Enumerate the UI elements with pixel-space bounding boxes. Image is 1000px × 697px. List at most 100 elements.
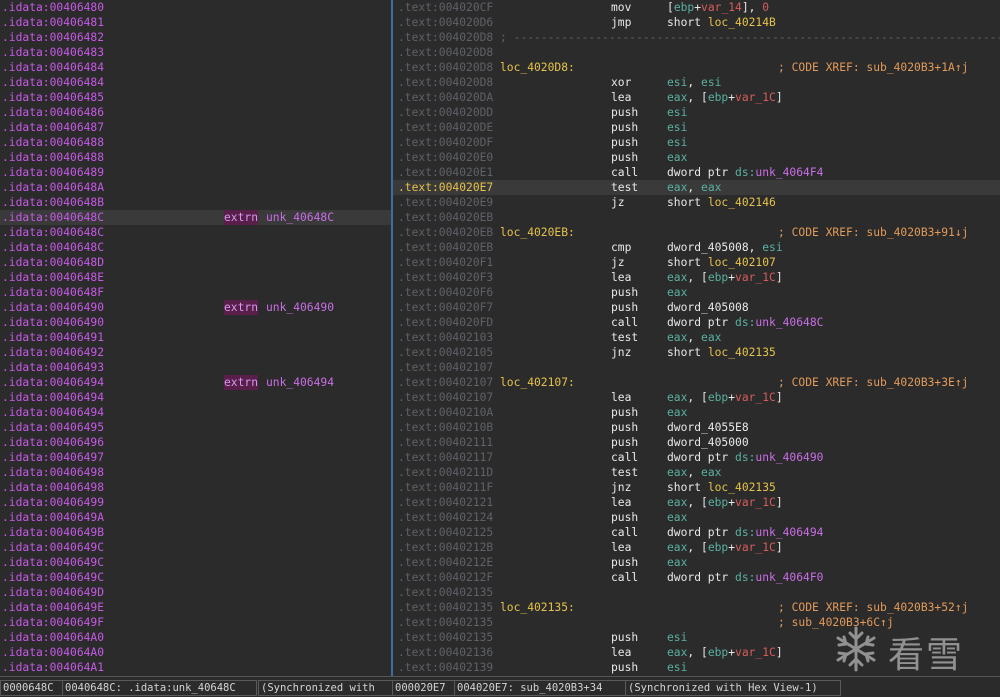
extrn-symbol-name[interactable]: unk_406490 — [266, 300, 334, 315]
idata-line[interactable]: .idata:00406480 — [0, 0, 391, 15]
disasm-line[interactable]: .text:0040212F call dword ptr ds:unk_4064F… — [393, 570, 1000, 585]
disasm-line[interactable]: .text:00402105 jnz short loc_402135 — [393, 345, 1000, 360]
idata-line[interactable]: .idata:00406493 — [0, 360, 391, 375]
code-label[interactable]: loc_402107: — [500, 375, 575, 390]
idata-line[interactable]: .idata:00406488 — [0, 135, 391, 150]
disasm-line[interactable]: .text:004020EB cmp dword_405008, esi — [393, 240, 1000, 255]
extrn-symbol-name[interactable]: unk_40648C — [266, 210, 334, 225]
disasm-line[interactable]: .text:004020CF mov [ebp+var_14], 0 — [393, 0, 1000, 15]
idata-line[interactable]: .idata:0040648F — [0, 285, 391, 300]
disasm-line[interactable]: .text:0040210B push dword_4055E8 — [393, 420, 1000, 435]
operand-token[interactable]: unk_406490 — [755, 451, 823, 464]
extrn-symbol-name[interactable]: unk_406494 — [266, 375, 334, 390]
idata-line[interactable]: .idata:00406485 — [0, 90, 391, 105]
idata-line[interactable]: .idata:0040649C — [0, 570, 391, 585]
operand-token[interactable]: unk_4064F0 — [755, 571, 823, 584]
idata-line[interactable]: .idata:0040649A — [0, 510, 391, 525]
disasm-line[interactable]: .text:00402107 — [393, 360, 1000, 375]
disasm-line[interactable]: .text:00402111 push dword_405000 — [393, 435, 1000, 450]
disasm-line[interactable]: .text:004020F1 jz short loc_402107 — [393, 255, 1000, 270]
disasm-line[interactable]: .text:004020E1 call dword ptr ds:unk_4064F… — [393, 165, 1000, 180]
idata-line[interactable]: .idata:00406487 — [0, 120, 391, 135]
xref-comment[interactable]: ; CODE XREF: sub_4020B3+91↓j — [778, 225, 968, 240]
disasm-line[interactable]: .text:004020D8 — [393, 45, 1000, 60]
idata-line[interactable]: .idata:0040649E — [0, 600, 391, 615]
disasm-line[interactable]: .text:004020EB — [393, 210, 1000, 225]
disasm-line[interactable]: .text:00402103 test eax, eax — [393, 330, 1000, 345]
idata-line[interactable]: .idata:00406492 — [0, 345, 391, 360]
operand-token[interactable]: loc_402146 — [708, 196, 776, 209]
idata-line[interactable]: .idata:00406486 — [0, 105, 391, 120]
operand-token[interactable]: unk_40648C — [755, 316, 823, 329]
disassembly-view-pane[interactable]: .text:004020CF mov [ebp+var_14], 0 .text:00… — [393, 0, 1000, 676]
disasm-line[interactable]: .text:0040212E push eax — [393, 555, 1000, 570]
disasm-line[interactable]: .text:004020DE push esi — [393, 120, 1000, 135]
disasm-line[interactable]: .text:004020D8 loc_4020D8: ; CODE XREF: su… — [393, 60, 1000, 75]
disasm-line[interactable]: .text:004020D8 xor esi, esi — [393, 75, 1000, 90]
idata-line[interactable]: .idata:00406484 — [0, 60, 391, 75]
disasm-line[interactable]: .text:00402107 loc_402107: ; CODE XREF: su… — [393, 375, 1000, 390]
operand-token[interactable]: loc_402135 — [708, 481, 776, 494]
disasm-line[interactable]: .text:004020DD push esi — [393, 105, 1000, 120]
idata-line[interactable]: .idata:00406498 — [0, 465, 391, 480]
idata-line[interactable]: .idata:0040648D — [0, 255, 391, 270]
idata-line[interactable]: .idata:00406494 — [0, 390, 391, 405]
idata-line[interactable]: .idata:0040648C extrn unk_40648C — [0, 210, 391, 225]
disasm-line[interactable]: .text:00402125 call dword ptr ds:unk_40649… — [393, 525, 1000, 540]
disasm-line[interactable]: .text:00402121 lea eax, [ebp+var_1C] — [393, 495, 1000, 510]
idata-line[interactable]: .idata:00406498 — [0, 480, 391, 495]
operand-token[interactable]: loc_402107 — [708, 256, 776, 269]
idata-line[interactable]: .idata:00406494 — [0, 405, 391, 420]
xref-comment[interactable]: ; CODE XREF: sub_4020B3+1A↑j — [778, 60, 968, 75]
disasm-line[interactable]: .text:004020E0 push eax — [393, 150, 1000, 165]
idata-line[interactable]: .idata:00406495 — [0, 420, 391, 435]
disasm-line[interactable]: .text:0040211D test eax, eax — [393, 465, 1000, 480]
idata-line[interactable]: .idata:0040648C — [0, 225, 391, 240]
idata-line[interactable]: .idata:0040648E — [0, 270, 391, 285]
idata-line[interactable]: .idata:0040648A — [0, 180, 391, 195]
idata-line[interactable]: .idata:004064A1 — [0, 660, 391, 675]
disasm-line[interactable]: .text:004020F7 push dword_405008 — [393, 300, 1000, 315]
disasm-line[interactable]: .text:004020F6 push eax — [393, 285, 1000, 300]
idata-line[interactable]: .idata:00406481 — [0, 15, 391, 30]
idata-line[interactable]: .idata:004064A0 — [0, 645, 391, 660]
idata-line[interactable]: .idata:0040649B — [0, 525, 391, 540]
idata-view-pane[interactable]: .idata:00406480 .idata:00406481 .idata:004… — [0, 0, 391, 676]
idata-line[interactable]: .idata:004064A0 — [0, 630, 391, 645]
operand-token[interactable]: loc_402135 — [708, 346, 776, 359]
disasm-line[interactable]: .text:004020DF push esi — [393, 135, 1000, 150]
xref-comment[interactable]: ; CODE XREF: sub_4020B3+52↑j — [778, 600, 968, 615]
disasm-line[interactable]: .text:00402107 lea eax, [ebp+var_1C] — [393, 390, 1000, 405]
disasm-line[interactable]: .text:004020D8 ; ------------------------… — [393, 30, 1000, 45]
disasm-line[interactable]: .text:0040210A push eax — [393, 405, 1000, 420]
idata-line[interactable]: .idata:00406483 — [0, 45, 391, 60]
idata-line[interactable]: .idata:0040648C — [0, 240, 391, 255]
idata-line[interactable]: .idata:00406499 — [0, 495, 391, 510]
disasm-line[interactable]: .text:0040212B lea eax, [ebp+var_1C] — [393, 540, 1000, 555]
disasm-line[interactable]: .text:004020DA lea eax, [ebp+var_1C] — [393, 90, 1000, 105]
disasm-line[interactable]: .text:004020E9 jz short loc_402146 — [393, 195, 1000, 210]
disasm-line[interactable]: .text:00402135 — [393, 585, 1000, 600]
idata-line[interactable]: .idata:00406489 — [0, 165, 391, 180]
idata-line[interactable]: .idata:00406491 — [0, 330, 391, 345]
disasm-line[interactable]: .text:004020F3 lea eax, [ebp+var_1C] — [393, 270, 1000, 285]
disasm-line[interactable]: .text:00402135 loc_402135: ; CODE XREF: su… — [393, 600, 1000, 615]
disasm-line[interactable]: .text:0040211F jnz short loc_402135 — [393, 480, 1000, 495]
idata-line[interactable]: .idata:00406482 — [0, 30, 391, 45]
idata-line[interactable]: .idata:00406497 — [0, 450, 391, 465]
idata-line[interactable]: .idata:0040649D — [0, 585, 391, 600]
idata-line[interactable]: .idata:0040648B — [0, 195, 391, 210]
disasm-line[interactable]: .text:004020EB loc_4020EB: ; CODE XREF: su… — [393, 225, 1000, 240]
disasm-line[interactable]: .text:004020E7 test eax, eax — [393, 180, 1000, 195]
idata-line[interactable]: .idata:00406494 extrn unk_406494 — [0, 375, 391, 390]
code-label[interactable]: loc_402135: — [500, 600, 575, 615]
idata-line[interactable]: .idata:00406496 — [0, 435, 391, 450]
disasm-line[interactable]: .text:00402124 push eax — [393, 510, 1000, 525]
operand-token[interactable]: unk_406494 — [755, 526, 823, 539]
idata-line[interactable]: .idata:00406484 — [0, 75, 391, 90]
xref-comment[interactable]: ; CODE XREF: sub_4020B3+3E↑j — [778, 375, 968, 390]
code-label[interactable]: loc_4020EB: — [500, 225, 575, 240]
idata-line[interactable]: .idata:0040649C — [0, 540, 391, 555]
disasm-line[interactable]: .text:004020FD call dword ptr ds:unk_40648… — [393, 315, 1000, 330]
operand-token[interactable]: loc_40214B — [708, 16, 776, 29]
